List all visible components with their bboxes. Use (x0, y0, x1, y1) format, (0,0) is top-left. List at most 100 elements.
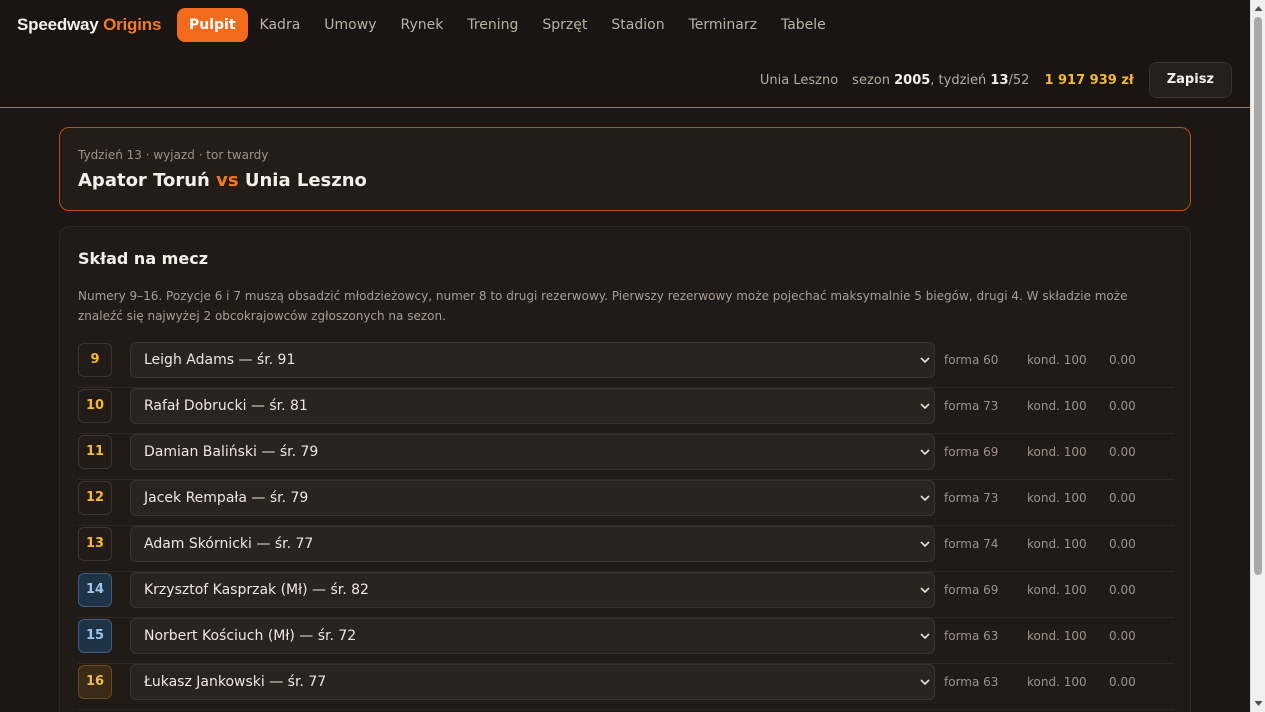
condition-value: kond. 100 (1027, 445, 1087, 459)
scrollbar-thumb[interactable] (1254, 17, 1262, 575)
condition-value: kond. 100 (1027, 629, 1087, 643)
squad-row: 12 Jacek Rempała — śr. 79 forma 73 kond.… (78, 480, 1174, 526)
match-title: Apator Toruń vs Unia Leszno (78, 170, 367, 191)
away-team: Unia Leszno (244, 170, 367, 191)
form-value: forma 73 (944, 399, 999, 413)
rider-select[interactable]: Norbert Kościuch (Mł) — śr. 72 (130, 618, 935, 654)
form-value: forma 74 (944, 537, 999, 551)
chevron-down-icon (920, 449, 930, 456)
rating-value: 0.00 (1109, 353, 1136, 367)
nav-item-pulpit[interactable]: Pulpit (177, 8, 248, 42)
squad-row: 11 Damian Baliński — śr. 79 forma 69 kon… (78, 434, 1174, 480)
position-number: 14 (78, 573, 112, 607)
logo-main: Speedway (17, 15, 99, 34)
form-value: forma 63 (944, 675, 999, 689)
chevron-down-icon (920, 633, 930, 640)
budget-value: 1 917 939 zł (1044, 72, 1134, 88)
squad-row: 10 Rafał Dobrucki — śr. 81 forma 73 kond… (78, 388, 1174, 434)
save-button[interactable]: Zapisz (1148, 62, 1232, 98)
scroll-down-arrow-icon[interactable] (1254, 699, 1263, 708)
rider-select[interactable]: Rafał Dobrucki — śr. 81 (130, 388, 935, 424)
status-bar: Unia Leszno sezon 2005, tydzień 13/52 1 … (760, 62, 1232, 98)
nav-item-tabele[interactable]: Tabele (769, 8, 838, 42)
rider-select[interactable]: Łukasz Jankowski — śr. 77 (130, 664, 935, 700)
position-number: 9 (78, 343, 112, 377)
nav-item-trening[interactable]: Trening (455, 8, 530, 42)
nav-item-umowy[interactable]: Umowy (312, 8, 388, 42)
vs-label: vs (216, 170, 239, 191)
condition-value: kond. 100 (1027, 491, 1087, 505)
form-value: forma 63 (944, 629, 999, 643)
season-value: 2005 (894, 72, 931, 88)
nav-item-sprzet[interactable]: Sprzęt (530, 8, 599, 42)
rider-select[interactable]: Krzysztof Kasprzak (Mł) — śr. 82 (130, 572, 935, 608)
rider-select-value: Norbert Kościuch (Mł) — śr. 72 (144, 628, 357, 644)
position-number: 11 (78, 435, 112, 469)
rating-value: 0.00 (1109, 583, 1136, 597)
squad-rows: 9 Leigh Adams — śr. 91 forma 60 kond. 10… (78, 342, 1174, 710)
chevron-down-icon (920, 495, 930, 502)
rider-select[interactable]: Leigh Adams — śr. 91 (130, 342, 935, 378)
position-number: 16 (78, 665, 112, 699)
logo-accent: Origins (103, 15, 162, 34)
squad-row: 9 Leigh Adams — śr. 91 forma 60 kond. 10… (78, 342, 1174, 388)
rider-select-value: Leigh Adams — śr. 91 (144, 352, 296, 368)
rating-value: 0.00 (1109, 675, 1136, 689)
position-number: 13 (78, 527, 112, 561)
rider-select-value: Jacek Rempała — śr. 79 (144, 490, 309, 506)
form-value: forma 69 (944, 583, 999, 597)
rider-select[interactable]: Jacek Rempała — śr. 79 (130, 480, 935, 516)
squad-row: 15 Norbert Kościuch (Mł) — śr. 72 forma … (78, 618, 1174, 664)
rider-select[interactable]: Damian Baliński — śr. 79 (130, 434, 935, 470)
week-label: , tydzień (930, 72, 987, 88)
condition-value: kond. 100 (1027, 537, 1087, 551)
main-nav: Pulpit Kadra Umowy Rynek Trening Sprzęt … (177, 8, 838, 42)
form-value: forma 73 (944, 491, 999, 505)
squad-title: Skład na mecz (78, 249, 208, 268)
nav-item-terminarz[interactable]: Terminarz (677, 8, 769, 42)
squad-panel: Skład na mecz Numery 9–16. Pozycje 6 i 7… (59, 226, 1191, 712)
condition-value: kond. 100 (1027, 675, 1087, 689)
nav-item-rynek[interactable]: Rynek (388, 8, 455, 42)
chevron-down-icon (920, 587, 930, 594)
scroll-up-arrow-icon[interactable] (1254, 4, 1263, 13)
squad-row: 14 Krzysztof Kasprzak (Mł) — śr. 82 form… (78, 572, 1174, 618)
nav-item-stadion[interactable]: Stadion (599, 8, 676, 42)
team-name: Unia Leszno (759, 72, 839, 88)
season-label: sezon (852, 72, 890, 88)
rider-select[interactable]: Adam Skórnicki — śr. 77 (130, 526, 935, 562)
squad-description: Numery 9–16. Pozycje 6 i 7 muszą obsadzi… (78, 289, 1128, 323)
chevron-down-icon (920, 679, 930, 686)
rider-select-value: Krzysztof Kasprzak (Mł) — śr. 82 (144, 582, 369, 598)
rider-select-value: Rafał Dobrucki — śr. 81 (144, 398, 308, 414)
rider-select-value: Adam Skórnicki — śr. 77 (144, 536, 314, 552)
home-team: Apator Toruń (78, 170, 210, 191)
position-number: 15 (78, 619, 112, 653)
rider-select-value: Damian Baliński — śr. 79 (144, 444, 319, 460)
nav-item-kadra[interactable]: Kadra (248, 8, 313, 42)
page-scrollbar[interactable] (1250, 0, 1265, 712)
match-card: Tydzień 13 · wyjazd · tor twardy Apator … (59, 127, 1191, 211)
rating-value: 0.00 (1109, 491, 1136, 505)
squad-row: 13 Adam Skórnicki — śr. 77 forma 74 kond… (78, 526, 1174, 572)
condition-value: kond. 100 (1027, 399, 1087, 413)
position-number: 10 (78, 389, 112, 423)
match-meta: Tydzień 13 · wyjazd · tor twardy (78, 148, 269, 162)
position-number: 12 (78, 481, 112, 515)
week-value: 13 (990, 72, 1009, 88)
rating-value: 0.00 (1109, 537, 1136, 551)
page: Speedway Origins Pulpit Kadra Umowy Ryne… (0, 0, 1265, 712)
top-header: Speedway Origins Pulpit Kadra Umowy Ryne… (0, 0, 1250, 108)
chevron-down-icon (920, 541, 930, 548)
chevron-down-icon (920, 357, 930, 364)
form-value: forma 60 (944, 353, 999, 367)
rider-select-value: Łukasz Jankowski — śr. 77 (144, 674, 327, 690)
squad-row: 16 Łukasz Jankowski — śr. 77 forma 63 ko… (78, 664, 1174, 710)
condition-value: kond. 100 (1027, 583, 1087, 597)
week-total: /52 (1008, 72, 1030, 88)
rating-value: 0.00 (1109, 445, 1136, 459)
app-logo[interactable]: Speedway Origins (17, 15, 161, 35)
rating-value: 0.00 (1109, 629, 1136, 643)
chevron-down-icon (920, 403, 930, 410)
condition-value: kond. 100 (1027, 353, 1087, 367)
